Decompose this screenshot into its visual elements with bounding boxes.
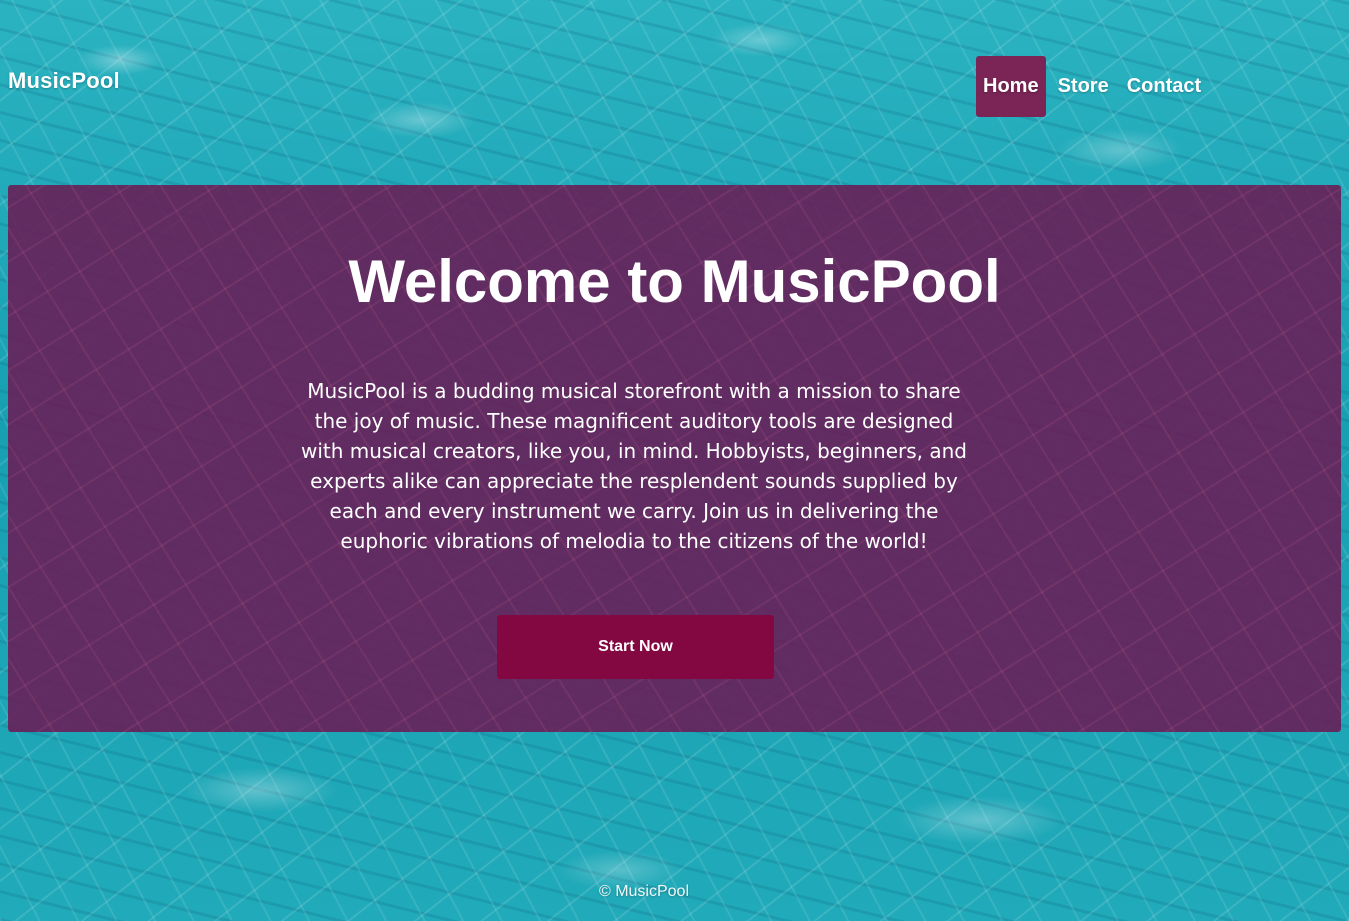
hero-panel: Welcome to MusicPool MusicPool is a budd… (8, 185, 1341, 732)
main-nav: Home Store Contact (976, 56, 1210, 117)
hero-title: Welcome to MusicPool (348, 248, 1001, 315)
nav-home[interactable]: Home (976, 56, 1046, 117)
nav-contact[interactable]: Contact (1118, 56, 1210, 117)
nav-store[interactable]: Store (1049, 56, 1118, 117)
footer-copyright: © MusicPool (598, 883, 690, 900)
start-now-button[interactable]: Start Now (497, 615, 774, 679)
site-brand[interactable]: MusicPool (8, 68, 120, 94)
hero-description: MusicPool is a budding musical storefron… (300, 379, 968, 553)
